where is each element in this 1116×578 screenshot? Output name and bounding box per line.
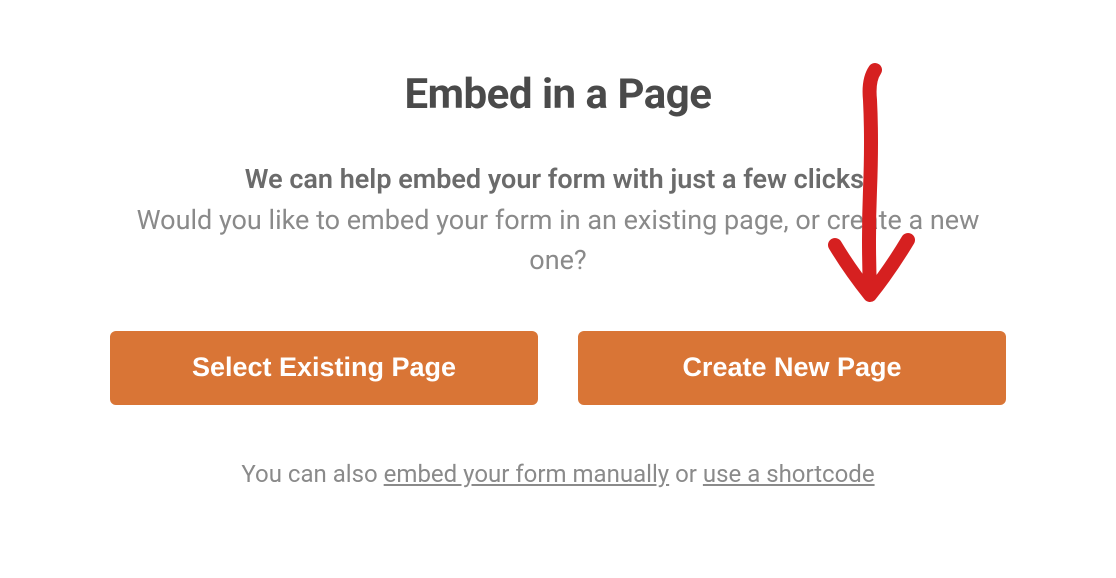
use-shortcode-link[interactable]: use a shortcode [703,460,875,488]
embed-manually-link[interactable]: embed your form manually [384,460,669,488]
footer-prefix: You can also [241,460,383,488]
footer-text: You can also embed your form manually or… [110,460,1006,488]
select-existing-page-button[interactable]: Select Existing Page [110,331,538,405]
subtitle-line1: We can help embed your form with just a … [110,159,1006,200]
subtitle-line2: Would you like to embed your form in an … [110,200,1006,281]
footer-middle: or [669,460,703,488]
modal-title: Embed in a Page [110,70,1006,119]
embed-modal: Embed in a Page We can help embed your f… [0,0,1116,528]
button-row: Select Existing Page Create New Page [110,331,1006,405]
modal-subtitle: We can help embed your form with just a … [110,159,1006,281]
create-new-page-button[interactable]: Create New Page [578,331,1006,405]
